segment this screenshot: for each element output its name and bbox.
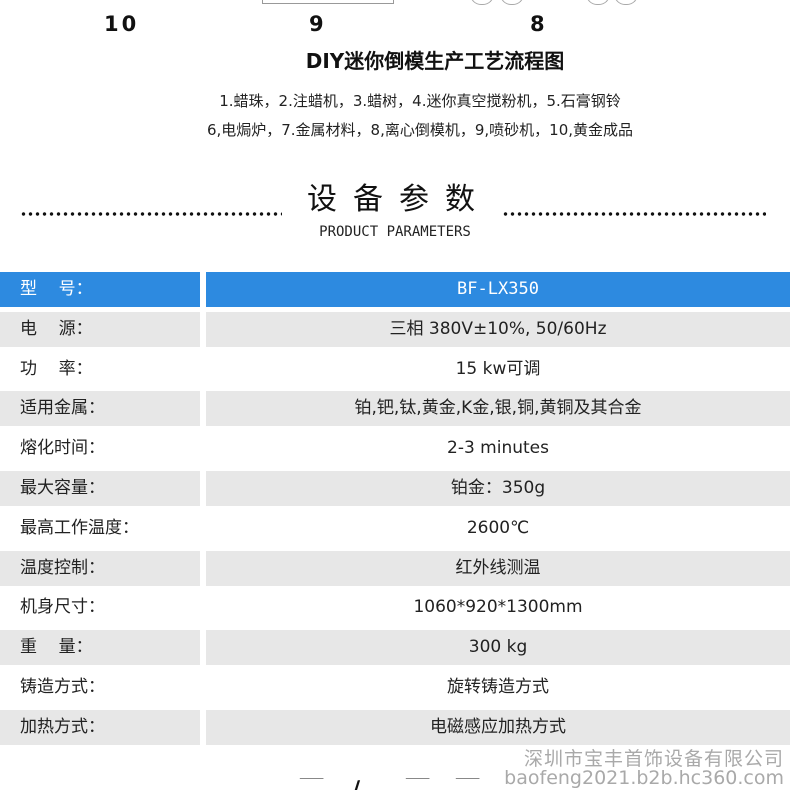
spec-value: 铂,钯,钛,黄金,K金,银,铜,黄铜及其合金 [206, 391, 790, 427]
spec-label: 功 率： [20, 358, 93, 379]
spec-label: 铸造方式： [20, 676, 105, 697]
spec-label: 温度控制： [0, 550, 200, 586]
spec-label: 适用金属： [0, 391, 200, 427]
spec-value: 三相 380V±10%, 50/60Hz [206, 311, 790, 347]
spec-label: 型 号： [0, 272, 200, 307]
spec-value: 红外线测温 [206, 550, 790, 586]
step-number: 10 [104, 12, 140, 36]
spec-table: 型 号： BF-LX350 电 源： 三相 380V±10%, 50/60Hz … [0, 272, 790, 750]
spec-label: 最高工作温度： [20, 517, 139, 538]
spec-row: 机身尺寸： 1060*920*1300mm [0, 590, 790, 625]
spec-row-model: 型 号： BF-LX350 [0, 272, 790, 307]
spec-label: 加热方式： [0, 709, 200, 745]
spec-value: 1060*920*1300mm [413, 597, 583, 618]
section-subtitle: PRODUCT PARAMETERS [319, 224, 471, 240]
cropped-glyph: ▔ [456, 778, 479, 790]
spec-row: 温度控制： 红外线测温 [0, 550, 790, 586]
spec-value: 2600℃ [466, 517, 530, 538]
spec-value: 2-3 minutes [447, 438, 549, 459]
cropped-glyph: ▔ [406, 778, 429, 790]
spec-row: 铸造方式： 旋转铸造方式 [0, 670, 790, 705]
cropped-next-heading: ▔ / ▔ ▔ [0, 778, 790, 790]
spec-row: 电 源： 三相 380V±10%, 50/60Hz [0, 311, 790, 347]
step-number: 9 [309, 12, 327, 36]
dotted-divider-right [502, 211, 766, 217]
spec-value: 铂金：350g [206, 470, 790, 506]
spec-row: 熔化时间： 2-3 minutes [0, 431, 790, 466]
spec-label: 重 量： [0, 630, 200, 666]
process-legend-line: 6,电焗炉，7.金属材料，8,离心倒模机，9,喷砂机，10,黄金成品 [206, 121, 634, 139]
spec-row: 最大容量： 铂金：350g [0, 470, 790, 506]
cropped-loop-shape [500, 0, 524, 5]
spec-value: 15 kw可调 [455, 358, 541, 379]
spec-row: 最高工作温度： 2600℃ [0, 511, 790, 546]
step-number: 8 [530, 12, 548, 36]
spec-label: 最大容量： [0, 470, 200, 506]
spec-value: BF-LX350 [206, 272, 790, 307]
cropped-top-image [0, 0, 790, 6]
process-title: DIY迷你倒模生产工艺流程图 [305, 49, 565, 73]
spec-row: 加热方式： 电磁感应加热方式 [0, 709, 790, 745]
cropped-glyph: / [350, 778, 360, 790]
cropped-loop-shape [614, 0, 638, 5]
spec-row: 功 率： 15 kw可调 [0, 352, 790, 387]
spec-row: 适用金属： 铂,钯,钛,黄金,K金,银,铜,黄铜及其合金 [0, 391, 790, 427]
cropped-loop-shape [470, 0, 494, 5]
spec-value: 300 kg [206, 630, 790, 666]
cropped-frame-shape [262, 0, 394, 4]
spec-value: 电磁感应加热方式 [206, 709, 790, 745]
spec-label: 熔化时间： [20, 438, 105, 459]
process-legend-line: 1.蜡珠，2.注蜡机，3.蜡树，4.迷你真空搅粉机，5.石膏钢铃 [219, 92, 621, 110]
spec-label: 电 源： [0, 311, 200, 347]
cropped-glyph: ▔ [300, 778, 323, 790]
spec-row: 重 量： 300 kg [0, 630, 790, 666]
cropped-loop-shape [586, 0, 610, 5]
spec-label: 机身尺寸： [20, 597, 105, 618]
spec-value: 旋转铸造方式 [447, 676, 549, 697]
